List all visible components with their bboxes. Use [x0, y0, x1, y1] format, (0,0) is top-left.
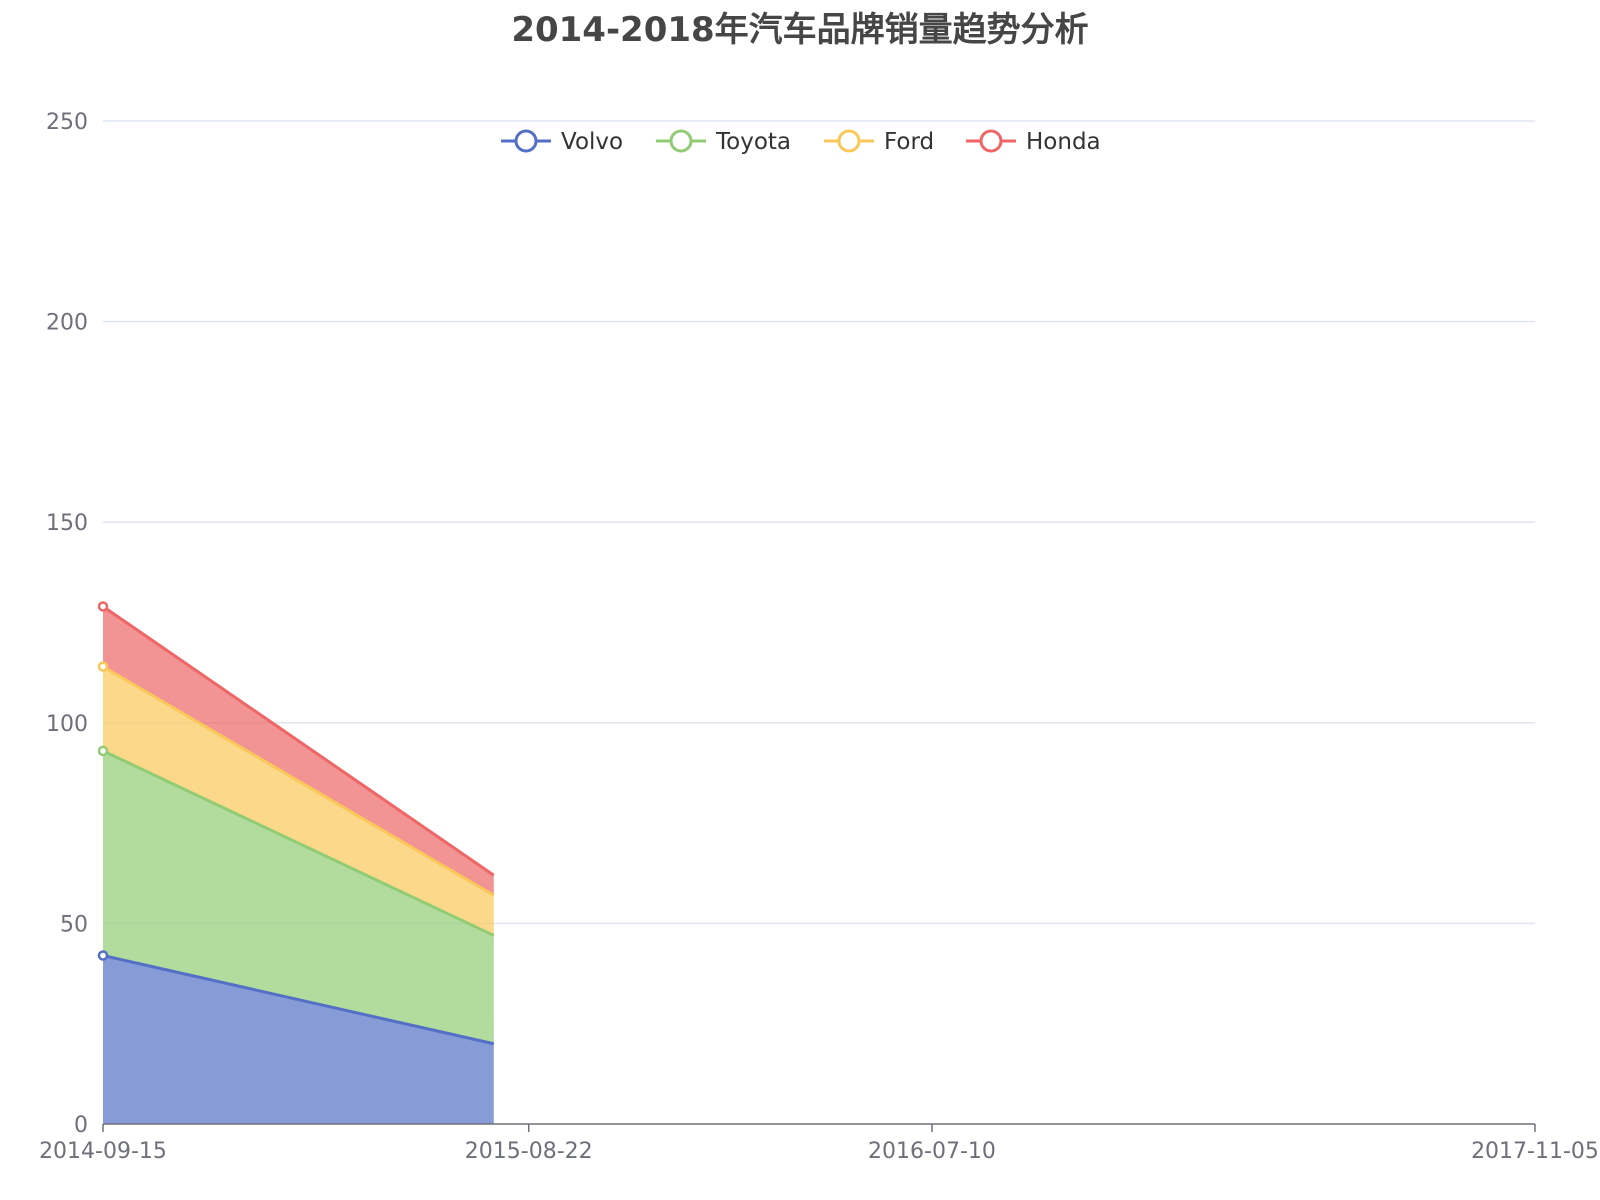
x-tick-label: 2016-07-10	[868, 1139, 996, 1164]
legend-label: Ford	[884, 129, 934, 155]
chart-stage: 2014-2018年汽车品牌销量趋势分析 0 50 100 150 200 250 2014…	[0, 0, 1600, 1200]
legend-item-ford[interactable]: Ford	[824, 129, 934, 155]
legend-circle-icon	[837, 129, 861, 153]
x-tick-label: 2014-09-15	[39, 1139, 167, 1164]
legend-circle-icon	[669, 129, 693, 153]
legend-label: Toyota	[715, 129, 791, 155]
y-tick-label: 250	[46, 110, 88, 135]
legend-item-volvo[interactable]: Volvo	[501, 129, 623, 155]
y-tick-label: 50	[60, 912, 88, 937]
area-layer	[103, 606, 494, 1124]
legend-circle-icon	[514, 129, 538, 153]
legend-item-toyota[interactable]: Toyota	[656, 129, 791, 155]
legend-label: Volvo	[561, 129, 623, 155]
point-toyota[interactable]	[97, 745, 109, 757]
legend-item-honda[interactable]: Honda	[966, 129, 1101, 155]
y-tick-label: 150	[46, 511, 88, 536]
point-volvo[interactable]	[97, 950, 109, 961]
point-honda[interactable]	[97, 601, 109, 612]
legend-circle-icon	[979, 129, 1003, 153]
y-tick-label: 200	[46, 311, 88, 336]
stacked-area-chart: 0 50 100 150 200 250 2014-09-15 2015-08-22 2016-…	[39, 110, 1599, 1164]
x-tick-label: 2015-08-22	[465, 1139, 593, 1164]
y-tick-label: 0	[74, 1113, 88, 1138]
x-tick-label: 2017-11-05	[1471, 1139, 1599, 1164]
point-ford[interactable]	[97, 661, 109, 672]
y-tick-label: 100	[46, 712, 88, 737]
legend-label: Honda	[1026, 129, 1101, 155]
legend[interactable]: Volvo Toyota Ford Honda	[501, 129, 1101, 155]
